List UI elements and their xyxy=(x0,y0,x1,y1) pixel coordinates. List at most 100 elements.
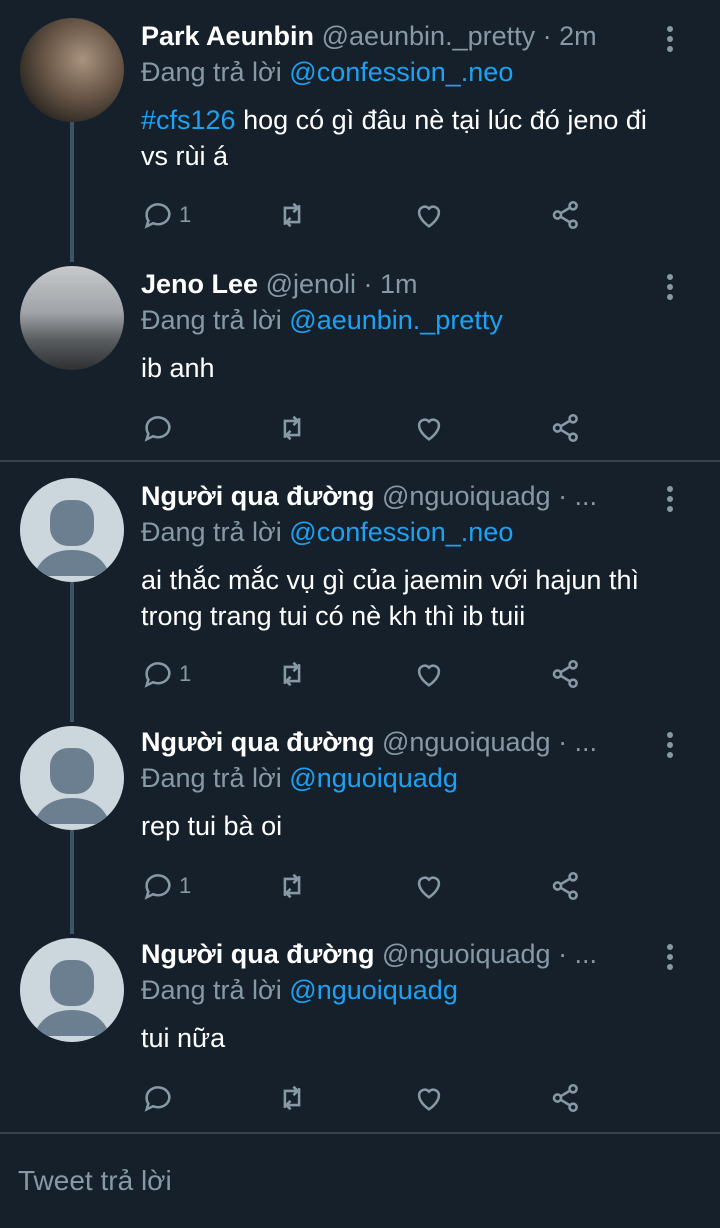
like-button[interactable] xyxy=(412,410,446,446)
replying-to-label: Đang trả lời xyxy=(141,305,282,335)
author-name[interactable]: Jeno Lee xyxy=(141,269,258,299)
like-button[interactable] xyxy=(412,868,446,904)
mention-link[interactable]: @nguoiquadg xyxy=(289,975,458,1005)
tweet-header: Park Aeunbin @aeunbin._pretty · 2m xyxy=(141,18,660,54)
share-button[interactable] xyxy=(549,197,583,233)
tweet-text: rep tui bà oi xyxy=(141,808,680,844)
author-handle[interactable]: @nguoiquadg xyxy=(382,727,551,757)
author-handle[interactable]: @nguoiquadg xyxy=(382,481,551,511)
share-button[interactable] xyxy=(549,868,583,904)
author-name[interactable]: Người qua đường xyxy=(141,939,374,969)
author-handle[interactable]: @jenoli xyxy=(266,269,356,299)
tweet-body: ib anh xyxy=(141,353,215,383)
more-options-icon[interactable] xyxy=(666,274,674,304)
replying-to: Đang trả lời @nguoiquadg xyxy=(141,760,458,796)
mention-link[interactable]: @aeunbin._pretty xyxy=(289,305,503,335)
replying-to-label: Đang trả lời xyxy=(141,763,282,793)
like-button[interactable] xyxy=(412,1080,446,1116)
reply-button[interactable] xyxy=(141,410,179,446)
tweet-text: ib anh xyxy=(141,350,680,386)
tweet-5[interactable]: Người qua đường @nguoiquadg · ... Đang t… xyxy=(0,934,720,1130)
like-icon xyxy=(417,418,441,441)
retweet-button[interactable] xyxy=(275,1080,309,1116)
tweet-1[interactable]: Park Aeunbin @aeunbin._pretty · 2m Đang … xyxy=(0,0,720,262)
like-icon xyxy=(417,205,441,228)
replying-to-label: Đang trả lời xyxy=(141,975,282,1005)
tweet-header: Jeno Lee @jenoli · 1m xyxy=(141,266,660,302)
mention-link[interactable]: @confession_.neo xyxy=(289,57,513,87)
share-icon xyxy=(552,1083,578,1113)
reply-icon xyxy=(144,203,171,229)
tweet-actions: 1 xyxy=(141,868,601,904)
tweet-text: ai thắc mắc vụ gì của jaemin với hajun t… xyxy=(141,562,680,634)
replying-to: Đang trả lời @confession_.neo xyxy=(141,54,513,90)
author-name[interactable]: Park Aeunbin xyxy=(141,21,314,51)
tweet-4[interactable]: Người qua đường @nguoiquadg · ... Đang t… xyxy=(0,722,720,934)
tweet-header: Người qua đường @nguoiquadg · ... xyxy=(141,724,660,760)
retweet-button[interactable] xyxy=(275,197,309,233)
thread-line xyxy=(70,830,74,934)
mention-link[interactable]: @nguoiquadg xyxy=(289,763,458,793)
thread-line xyxy=(70,582,74,722)
avatar-jeno-lee[interactable] xyxy=(20,266,124,370)
reply-button[interactable]: 1 xyxy=(141,868,191,904)
replying-to-label: Đang trả lời xyxy=(141,517,282,547)
share-button[interactable] xyxy=(549,1080,583,1116)
reply-button[interactable] xyxy=(141,1080,179,1116)
tweet-body: tui nữa xyxy=(141,1023,226,1053)
reply-button[interactable]: 1 xyxy=(141,656,191,692)
tweet-body: ai thắc mắc vụ gì của jaemin với hajun t… xyxy=(141,565,639,631)
replying-to: Đang trả lời @aeunbin._pretty xyxy=(141,302,503,338)
retweet-button[interactable] xyxy=(275,410,309,446)
share-icon xyxy=(552,659,578,689)
author-name[interactable]: Người qua đường xyxy=(141,727,374,757)
author-name[interactable]: Người qua đường xyxy=(141,481,374,511)
avatar-park-aeunbin[interactable] xyxy=(20,18,124,122)
avatar-default[interactable] xyxy=(20,938,124,1042)
tweet-2[interactable]: Jeno Lee @jenoli · 1m Đang trả lời @aeun… xyxy=(0,262,720,460)
default-profile-icon xyxy=(34,748,110,824)
tweet-actions xyxy=(141,1080,601,1116)
tweet-time: · ... xyxy=(558,727,598,757)
author-handle[interactable]: @nguoiquadg xyxy=(382,939,551,969)
reply-icon xyxy=(144,1086,171,1112)
share-icon xyxy=(552,871,578,901)
reply-icon xyxy=(144,874,171,900)
retweet-icon xyxy=(283,873,301,899)
more-options-icon[interactable] xyxy=(666,26,674,56)
more-options-icon[interactable] xyxy=(666,486,674,516)
retweet-icon xyxy=(283,1085,301,1111)
avatar-default[interactable] xyxy=(20,478,124,582)
share-icon xyxy=(552,413,578,443)
reply-count: 1 xyxy=(179,661,192,686)
thread-line xyxy=(70,122,74,262)
tweet-actions: 1 xyxy=(141,197,601,233)
reply-button[interactable]: 1 xyxy=(141,197,191,233)
default-profile-icon xyxy=(34,960,110,1036)
mention-link[interactable]: @confession_.neo xyxy=(289,517,513,547)
reply-icon xyxy=(144,416,171,442)
retweet-button[interactable] xyxy=(275,868,309,904)
like-button[interactable] xyxy=(412,656,446,692)
share-button[interactable] xyxy=(549,656,583,692)
reply-input[interactable] xyxy=(16,1160,700,1202)
tweet-text: tui nữa xyxy=(141,1020,680,1056)
tweet-time: · 2m xyxy=(542,21,597,51)
default-profile-icon xyxy=(34,500,110,576)
retweet-icon xyxy=(283,415,301,441)
replying-to-label: Đang trả lời xyxy=(141,57,282,87)
more-options-icon[interactable] xyxy=(666,732,674,762)
share-button[interactable] xyxy=(549,410,583,446)
more-options-icon[interactable] xyxy=(666,944,674,974)
tweet-text: #cfs126 hog có gì đâu nè tại lúc đó jeno… xyxy=(141,102,680,174)
like-icon xyxy=(417,664,441,687)
reply-count: 1 xyxy=(179,873,192,898)
tweet-3[interactable]: Người qua đường @nguoiquadg · ... Đang t… xyxy=(0,462,720,722)
author-handle[interactable]: @aeunbin._pretty xyxy=(322,21,536,51)
tweet-header: Người qua đường @nguoiquadg · ... xyxy=(141,478,660,514)
retweet-button[interactable] xyxy=(275,656,309,692)
reply-composer xyxy=(0,1134,720,1228)
like-button[interactable] xyxy=(412,197,446,233)
hashtag-link[interactable]: #cfs126 xyxy=(141,105,236,135)
avatar-default[interactable] xyxy=(20,726,124,830)
